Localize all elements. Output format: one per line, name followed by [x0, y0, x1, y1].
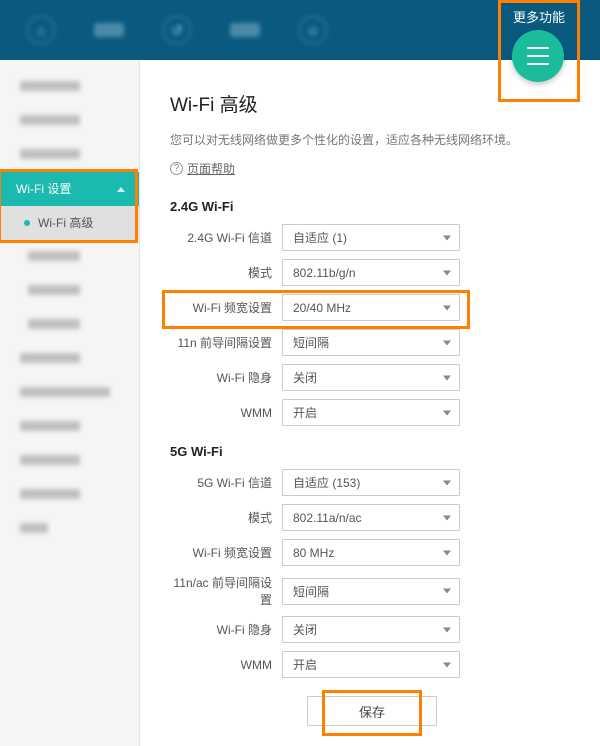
chevron-down-icon	[443, 410, 451, 415]
sidebar-group-wifi[interactable]: Wi-Fi 设置	[0, 172, 139, 206]
sidebar-group-label: Wi-Fi 设置	[16, 172, 71, 206]
sidebar-item[interactable]	[0, 104, 139, 138]
select-5g-bandwidth[interactable]: 80 MHz	[282, 539, 460, 566]
row-5g-mode: 模式 802.11a/n/ac	[170, 504, 574, 531]
chevron-down-icon	[443, 340, 451, 345]
label-5g-bandwidth: Wi-Fi 频宽设置	[170, 544, 282, 561]
active-dot-icon	[24, 220, 30, 226]
chevron-down-icon	[443, 270, 451, 275]
sidebar-item[interactable]	[0, 376, 139, 410]
sidebar-item[interactable]	[0, 444, 139, 478]
nav-item-3[interactable]: ↺	[160, 13, 194, 47]
sidebar: Wi-Fi 设置 Wi-Fi 高级	[0, 60, 140, 746]
chevron-down-icon	[443, 235, 451, 240]
sidebar-item[interactable]	[0, 240, 139, 274]
sidebar-item[interactable]	[0, 410, 139, 444]
page-title: Wi-Fi 高级	[170, 90, 574, 117]
label-24g-preamble: 11n 前导间隔设置	[170, 334, 282, 351]
row-5g-hidden: Wi-Fi 隐身 关闭	[170, 616, 574, 643]
row-24g-hidden: Wi-Fi 隐身 关闭	[170, 364, 574, 391]
select-24g-channel[interactable]: 自适应 (1)	[282, 224, 460, 251]
page-help-link[interactable]: 页面帮助	[187, 160, 235, 177]
select-5g-channel[interactable]: 自适应 (153)	[282, 469, 460, 496]
select-5g-preamble[interactable]: 短间隔	[282, 578, 460, 605]
sidebar-item[interactable]	[0, 512, 139, 546]
section-24g-title: 2.4G Wi-Fi	[170, 199, 574, 214]
select-24g-mode[interactable]: 802.11b/g/n	[282, 259, 460, 286]
chevron-down-icon	[443, 515, 451, 520]
chevron-down-icon	[443, 480, 451, 485]
header-nav: ⌂ ↺ ☺	[24, 13, 330, 47]
label-24g-wmm: WMM	[170, 406, 282, 420]
label-24g-bandwidth: Wi-Fi 频宽设置	[170, 299, 282, 316]
row-5g-bandwidth: Wi-Fi 频宽设置 80 MHz	[170, 539, 574, 566]
row-24g-mode: 模式 802.11b/g/n	[170, 259, 574, 286]
label-5g-preamble: 11n/ac 前导间隔设置	[170, 574, 282, 608]
sidebar-item[interactable]	[0, 274, 139, 308]
sidebar-item[interactable]	[0, 70, 139, 104]
label-5g-hidden: Wi-Fi 隐身	[170, 621, 282, 638]
select-24g-preamble[interactable]: 短间隔	[282, 329, 460, 356]
sidebar-item[interactable]	[0, 138, 139, 172]
row-5g-wmm: WMM 开启	[170, 651, 574, 678]
sidebar-item-wifi-advanced[interactable]: Wi-Fi 高级	[0, 206, 139, 240]
app-header: ⌂ ↺ ☺ 更多功能	[0, 0, 600, 60]
label-24g-hidden: Wi-Fi 隐身	[170, 369, 282, 386]
help-icon: ?	[170, 162, 183, 175]
chevron-down-icon	[443, 662, 451, 667]
sidebar-sub-label: Wi-Fi 高级	[38, 206, 93, 240]
more-features-label: 更多功能	[513, 7, 565, 26]
select-24g-wmm[interactable]: 开启	[282, 399, 460, 426]
select-5g-wmm[interactable]: 开启	[282, 651, 460, 678]
label-5g-mode: 模式	[170, 509, 282, 526]
row-24g-wmm: WMM 开启	[170, 399, 574, 426]
label-5g-channel: 5G Wi-Fi 信道	[170, 474, 282, 491]
more-features-button[interactable]	[512, 30, 564, 82]
chevron-down-icon	[443, 550, 451, 555]
label-5g-wmm: WMM	[170, 658, 282, 672]
section-5g-title: 5G Wi-Fi	[170, 444, 574, 459]
nav-item-4[interactable]	[228, 13, 262, 47]
nav-item-2[interactable]	[92, 13, 126, 47]
row-5g-preamble: 11n/ac 前导间隔设置 短间隔	[170, 574, 574, 608]
sidebar-item[interactable]	[0, 478, 139, 512]
chevron-down-icon	[443, 627, 451, 632]
label-24g-mode: 模式	[170, 264, 282, 281]
nav-item-1[interactable]: ⌂	[24, 13, 58, 47]
select-24g-hidden[interactable]: 关闭	[282, 364, 460, 391]
sidebar-item[interactable]	[0, 342, 139, 376]
row-24g-bandwidth: Wi-Fi 频宽设置 20/40 MHz	[170, 294, 574, 321]
row-5g-channel: 5G Wi-Fi 信道 自适应 (153)	[170, 469, 574, 496]
chevron-up-icon	[117, 187, 125, 192]
nav-item-5[interactable]: ☺	[296, 13, 330, 47]
select-5g-hidden[interactable]: 关闭	[282, 616, 460, 643]
row-24g-preamble: 11n 前导间隔设置 短间隔	[170, 329, 574, 356]
page-subtitle: 您可以对无线网络做更多个性化的设置，适应各种无线网络环境。	[170, 131, 574, 148]
chevron-down-icon	[443, 305, 451, 310]
chevron-down-icon	[443, 589, 451, 594]
sidebar-item[interactable]	[0, 308, 139, 342]
main-content: Wi-Fi 高级 您可以对无线网络做更多个性化的设置，适应各种无线网络环境。 ?…	[140, 60, 600, 746]
chevron-down-icon	[443, 375, 451, 380]
select-5g-mode[interactable]: 802.11a/n/ac	[282, 504, 460, 531]
select-24g-bandwidth[interactable]: 20/40 MHz	[282, 294, 460, 321]
page-help: ? 页面帮助	[170, 160, 574, 177]
row-24g-channel: 2.4G Wi-Fi 信道 自适应 (1)	[170, 224, 574, 251]
label-24g-channel: 2.4G Wi-Fi 信道	[170, 229, 282, 246]
